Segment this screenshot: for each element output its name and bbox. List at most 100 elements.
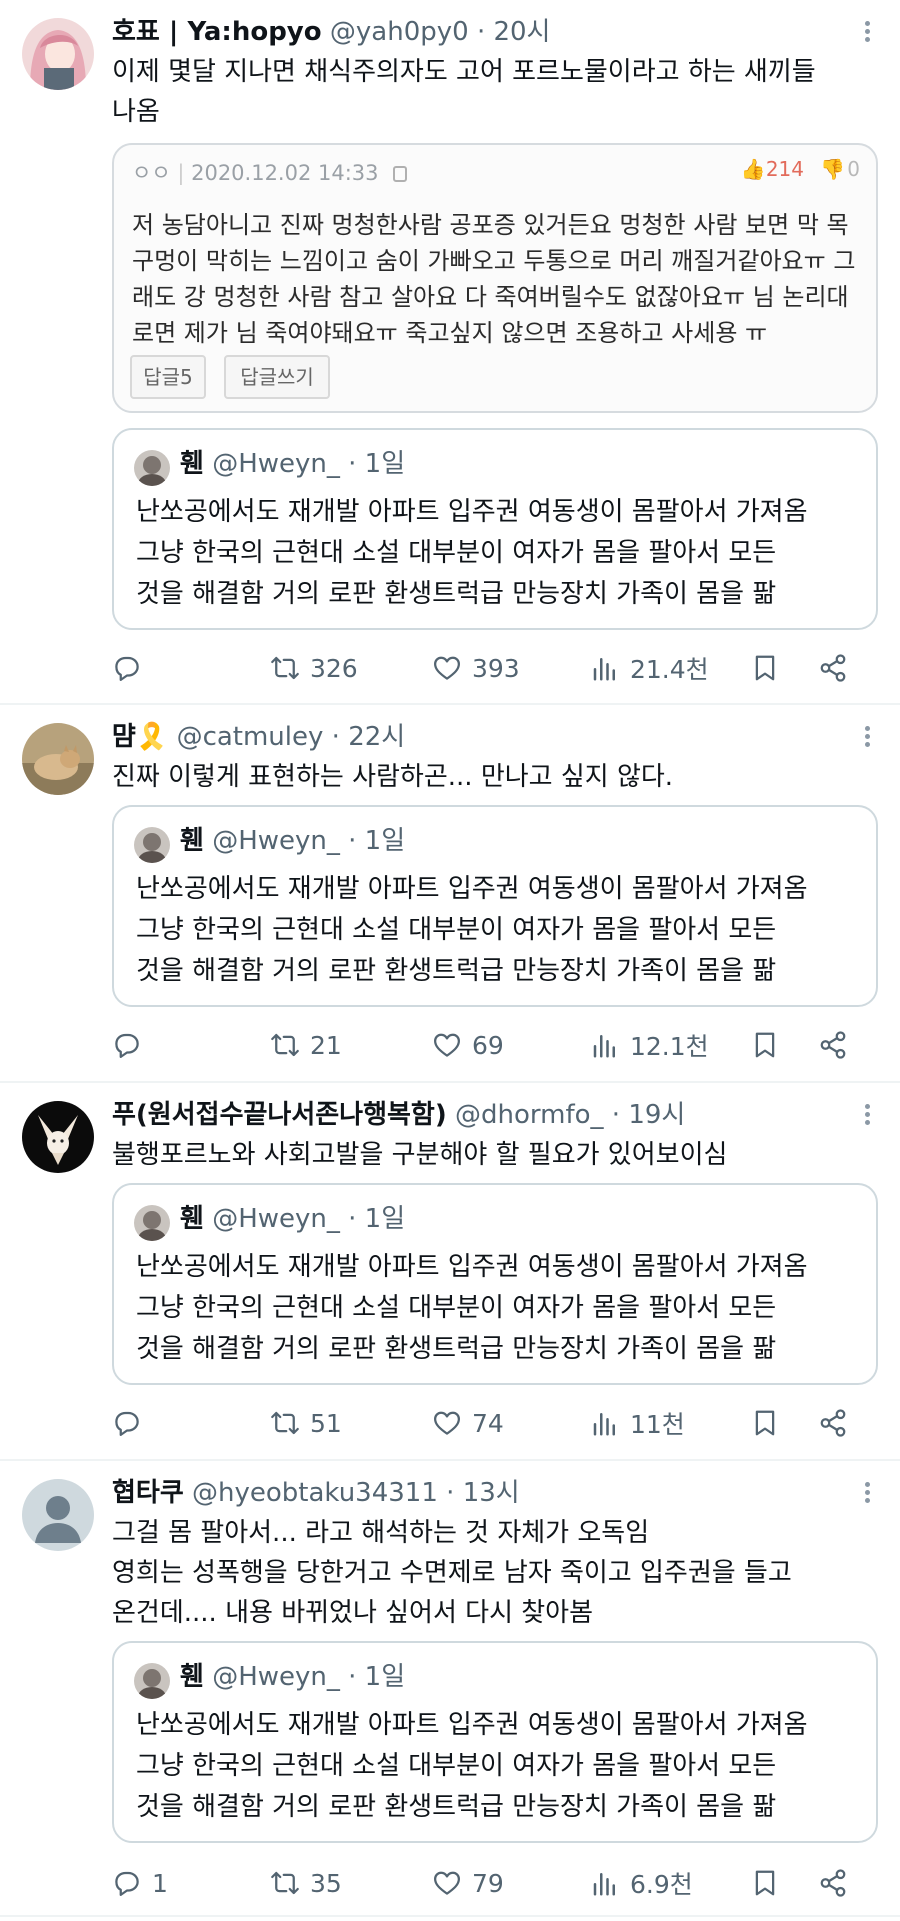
quoted-text-line: 그냥 한국의 근현대 소설 대부분이 여자가 몸을 팔아서 모든 bbox=[136, 1751, 777, 1781]
share-button[interactable] bbox=[818, 1863, 848, 1903]
quoted-timestamp: 1일 bbox=[364, 1204, 406, 1234]
image-body-text: 저 농담아니고 진짜 멍청한사람 공포증 있거든요 멍청한 사람 보면 막 목 … bbox=[132, 207, 866, 351]
action-bar: 21 69 12.1천 bbox=[112, 1025, 852, 1065]
views-button[interactable]: 6.9천 bbox=[590, 1863, 693, 1903]
quoted-display-name: 휀 bbox=[180, 826, 204, 856]
share-button[interactable] bbox=[818, 1025, 848, 1065]
views-count: 21.4천 bbox=[630, 655, 709, 684]
views-button[interactable]: 11천 bbox=[590, 1403, 685, 1443]
tweet[interactable]: 협타쿠 @hyeobtaku34311 · 13시 그걸 몸 팔아서... 라고… bbox=[0, 1461, 900, 1917]
display-name[interactable]: 협타쿠 bbox=[112, 1478, 184, 1508]
like-button[interactable]: 79 bbox=[432, 1863, 504, 1903]
user-handle[interactable]: @catmuley bbox=[177, 722, 324, 752]
like-button[interactable]: 393 bbox=[432, 648, 520, 688]
user-handle[interactable]: @dhormfo_ bbox=[455, 1100, 604, 1130]
separator-dot: · bbox=[348, 1204, 357, 1234]
share-button[interactable] bbox=[818, 648, 848, 688]
tweet-text: 불행포르노와 사회고발을 구분해야 할 필요가 있어보이심 bbox=[112, 1135, 870, 1175]
reply-button[interactable] bbox=[112, 1025, 142, 1065]
reply-button[interactable]: 1 bbox=[112, 1863, 168, 1903]
share-button[interactable] bbox=[818, 1403, 848, 1443]
retweet-button[interactable]: 21 bbox=[270, 1025, 342, 1065]
like-count: 69 bbox=[472, 1030, 504, 1060]
display-name[interactable]: 호표 | Ya:hopyo bbox=[112, 17, 322, 47]
tweet[interactable]: 호표 | Ya:hopyo @yah0py0 · 20시 이제 몇달 지나면 채… bbox=[0, 0, 900, 705]
quoted-tweet[interactable]: 휀 @Hweyn_ · 1일 난쏘공에서도 재개발 아파트 입주권 여동생이 몸… bbox=[112, 428, 878, 630]
image-reply-count: 답글5 bbox=[130, 355, 206, 399]
quoted-timestamp: 1일 bbox=[364, 826, 406, 856]
tweet-text: 그걸 몸 팔아서... 라고 해석하는 것 자체가 오독임 영희는 성폭행을 당… bbox=[112, 1513, 870, 1633]
quoted-avatar bbox=[134, 1205, 170, 1241]
quoted-tweet[interactable]: 휀 @Hweyn_ · 1일 난쏘공에서도 재개발 아파트 입주권 여동생이 몸… bbox=[112, 1641, 878, 1843]
views-icon bbox=[593, 658, 615, 681]
avatar[interactable] bbox=[22, 1479, 94, 1551]
tweet-text-line: 그걸 몸 팔아서... 라고 해석하는 것 자체가 오독임 bbox=[112, 1518, 650, 1548]
quoted-handle: @Hweyn_ bbox=[212, 449, 340, 479]
tweet[interactable]: 푸(원서접수끝나서존나행복함) @dhormfo_ · 19시 불행포르노와 사… bbox=[0, 1083, 900, 1461]
more-icon[interactable] bbox=[860, 18, 874, 48]
retweet-button[interactable]: 326 bbox=[270, 648, 358, 688]
retweet-icon bbox=[271, 1033, 299, 1057]
action-bar: 51 74 11천 bbox=[112, 1403, 852, 1443]
bookmark-button[interactable] bbox=[750, 1403, 780, 1443]
views-button[interactable]: 21.4천 bbox=[590, 648, 709, 688]
quoted-timestamp: 1일 bbox=[364, 1662, 406, 1692]
avatar[interactable] bbox=[22, 1101, 94, 1173]
lock-icon bbox=[393, 166, 408, 182]
quoted-text: 난쏘공에서도 재개발 아파트 입주권 여동생이 몸팔아서 가져옴 그냥 한국의 … bbox=[136, 1705, 866, 1828]
bookmark-icon bbox=[755, 1870, 775, 1896]
quoted-tweet[interactable]: 휀 @Hweyn_ · 1일 난쏘공에서도 재개발 아파트 입주권 여동생이 몸… bbox=[112, 1183, 878, 1385]
views-button[interactable]: 12.1천 bbox=[590, 1025, 709, 1065]
views-count: 11천 bbox=[630, 1410, 685, 1439]
quoted-header: 휀 @Hweyn_ · 1일 bbox=[180, 821, 405, 861]
quoted-text-line: 것을 해결함 거의 로판 환생트럭급 만능장치 가족이 몸을 팖 bbox=[136, 1334, 777, 1364]
reply-button[interactable] bbox=[112, 1403, 142, 1443]
thumbs-up-icon: 👍 bbox=[740, 157, 766, 181]
retweet-button[interactable]: 35 bbox=[270, 1863, 342, 1903]
tweet-text-line: 영희는 성폭행을 당한거고 수면제로 남자 죽이고 입주권을 들고 bbox=[112, 1558, 792, 1588]
quoted-text-line: 난쏘공에서도 재개발 아파트 입주권 여동생이 몸팔아서 가져옴 bbox=[136, 1252, 808, 1282]
image-author: ㅇㅇ bbox=[132, 161, 171, 185]
tweet[interactable]: 먐🎗️ @catmuley · 22시 진짜 이렇게 표현하는 사람하곤... … bbox=[0, 705, 900, 1083]
quoted-text-line: 것을 해결함 거의 로판 환생트럭급 만능장치 가족이 몸을 팖 bbox=[136, 1792, 777, 1822]
quoted-avatar bbox=[134, 1663, 170, 1699]
like-button[interactable]: 74 bbox=[432, 1403, 504, 1443]
reply-icon bbox=[115, 1871, 139, 1896]
quoted-tweet[interactable]: 휀 @Hweyn_ · 1일 난쏘공에서도 재개발 아파트 입주권 여동생이 몸… bbox=[112, 805, 878, 1007]
retweet-button[interactable]: 51 bbox=[270, 1403, 342, 1443]
bookmark-button[interactable] bbox=[750, 648, 780, 688]
separator-dot: · bbox=[446, 1478, 455, 1508]
display-name[interactable]: 푸(원서접수끝나서존나행복함) bbox=[112, 1100, 447, 1130]
image-text-line: 저 농담아니고 진짜 멍청한사람 공포증 있거든요 멍청한 사람 보면 막 목 bbox=[132, 211, 849, 239]
timestamp[interactable]: 19시 bbox=[628, 1100, 685, 1130]
attached-image[interactable]: ㅇㅇ | 2020.12.02 14:33 👍214 👎 0 저 농담아니고 진짜… bbox=[112, 143, 878, 413]
tweet-text: 진짜 이렇게 표현하는 사람하곤... 만나고 싶지 않다. bbox=[112, 757, 870, 797]
tweet-header: 협타쿠 @hyeobtaku34311 · 13시 bbox=[112, 1475, 830, 1511]
share-icon bbox=[820, 654, 846, 682]
timestamp[interactable]: 20시 bbox=[493, 17, 550, 47]
bookmark-button[interactable] bbox=[750, 1863, 780, 1903]
more-icon[interactable] bbox=[860, 1101, 874, 1131]
reply-icon bbox=[115, 1033, 139, 1058]
share-icon bbox=[820, 1031, 846, 1059]
more-icon[interactable] bbox=[860, 723, 874, 753]
avatar[interactable] bbox=[22, 723, 94, 795]
timestamp[interactable]: 22시 bbox=[348, 722, 405, 752]
bookmark-button[interactable] bbox=[750, 1025, 780, 1065]
share-icon bbox=[820, 1869, 846, 1897]
views-icon bbox=[593, 1413, 615, 1436]
like-button[interactable]: 69 bbox=[432, 1025, 504, 1065]
tweet-text-line: 진짜 이렇게 표현하는 사람하곤... 만나고 싶지 않다. bbox=[112, 762, 674, 792]
tweet-header: 호표 | Ya:hopyo @yah0py0 · 20시 bbox=[112, 14, 830, 50]
heart-icon bbox=[434, 1871, 460, 1895]
avatar[interactable] bbox=[22, 18, 94, 90]
display-name[interactable]: 먐🎗️ bbox=[112, 722, 168, 752]
user-handle[interactable]: @hyeobtaku34311 bbox=[192, 1478, 438, 1508]
timestamp[interactable]: 13시 bbox=[463, 1478, 520, 1508]
tweet-text-line: 온건데.... 내용 바뀌었나 싶어서 다시 찾아봄 bbox=[112, 1598, 594, 1628]
more-icon[interactable] bbox=[860, 1479, 874, 1509]
reply-button[interactable] bbox=[112, 648, 142, 688]
user-handle[interactable]: @yah0py0 bbox=[330, 17, 469, 47]
share-icon bbox=[820, 1409, 846, 1437]
heart-icon bbox=[434, 1033, 460, 1057]
